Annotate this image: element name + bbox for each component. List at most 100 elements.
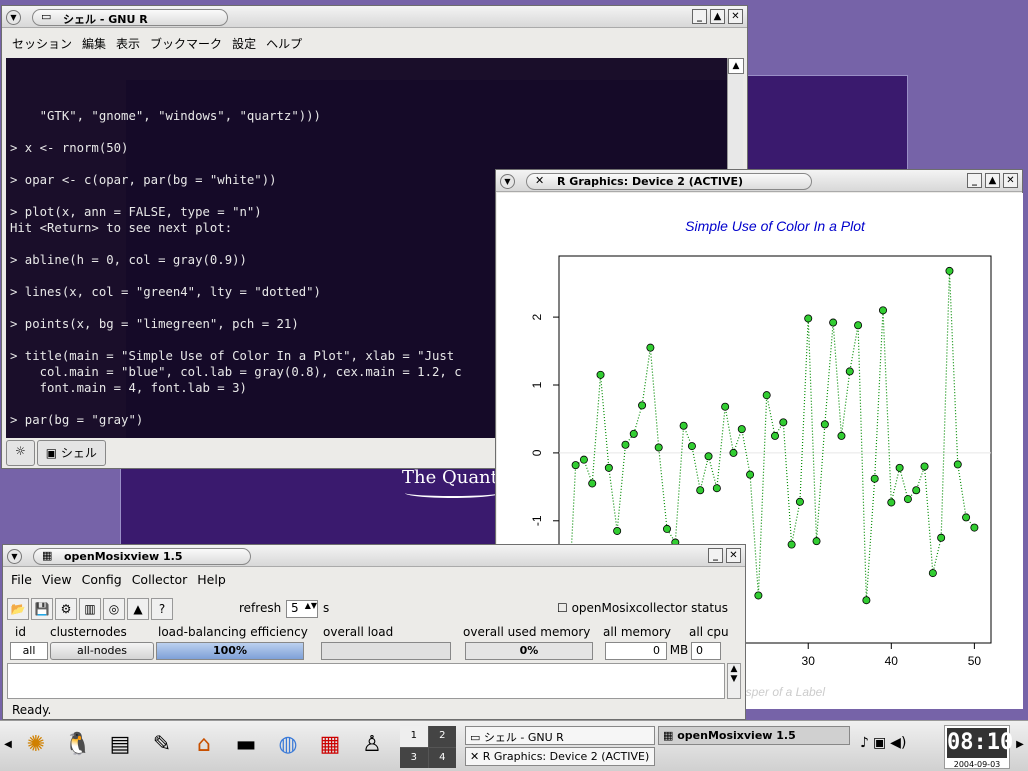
data-point [762,391,771,400]
console-line: "GTK", "gnome", "windows", "quartz"))) [10,109,321,123]
checkbox-icon[interactable]: ☐ [557,601,568,615]
save-icon[interactable]: 💾 [31,598,53,620]
data-point [945,266,954,275]
all-cpu-field: 0 [691,642,721,660]
menu-collector[interactable]: Collector [132,572,188,587]
panel-left-arrow-icon[interactable]: ◀ [2,729,14,761]
data-point [654,443,663,452]
spin-arrows-icon[interactable]: ▲▼ [305,601,317,610]
help-icon[interactable]: ? [151,598,173,620]
display-icon[interactable]: ▣ [873,735,886,751]
data-point [845,367,854,376]
data-point [729,448,738,457]
home-icon[interactable]: ⌂ [188,729,220,761]
window-menu-icon[interactable]: ▼ [6,10,21,25]
desktop-2[interactable]: 2 [428,726,456,747]
penguin-icon[interactable]: ▲ [127,598,149,620]
tux-icon[interactable]: ♙ [356,729,388,761]
menu-config[interactable]: Config [82,572,122,587]
data-point [812,537,821,546]
close-button[interactable]: ✕ [1003,173,1018,188]
data-point [646,343,655,352]
x-tick-label: 30 [802,654,816,668]
memory-unit: MB [669,643,689,657]
menu-view[interactable]: 表示 [116,35,140,51]
menu-file[interactable]: File [11,572,32,587]
x-tick-label: 40 [885,654,899,668]
clock[interactable]: 08:10 2004-09-03 [944,725,1013,769]
maximize-button[interactable]: ▲ [710,9,725,24]
process-icon[interactable]: ▥ [79,598,101,620]
tab-shell[interactable]: ▣ シェル [36,440,106,466]
task-shell[interactable]: ▭ シェル - GNU R [465,726,655,745]
mosix-titlebar[interactable]: ▼ ▦ openMosixview 1.5 _ ✕ [3,545,745,567]
system-tray: ♪ ▣ ◀) [860,735,906,751]
data-point [679,421,688,430]
node-id-cell[interactable]: all [10,642,48,660]
desktop-3[interactable]: 3 [400,747,428,768]
data-point [912,486,921,495]
penguin-icon[interactable]: 🐧 [62,729,94,761]
x11-icon: ✕ [535,174,545,187]
window-list-icon[interactable]: ▤ [104,729,136,761]
close-button[interactable]: ✕ [726,548,741,563]
minimize-button[interactable]: _ [692,9,707,24]
status-bar: Ready. [12,703,52,717]
gear-icon[interactable]: ⚙ [55,598,77,620]
task-shell-icon: ▭ [470,731,484,744]
panel-right-arrow-icon[interactable]: ▶ [1014,729,1026,761]
y-tick-label: 1 [530,381,544,388]
overall-memory-bar: 0% [465,642,593,660]
menu-view[interactable]: View [42,572,72,587]
refresh-spinbox[interactable]: 5 ▲▼ [286,600,318,618]
mosix-title-pill[interactable]: ▦ openMosixview 1.5 [33,548,251,565]
window-menu-icon[interactable]: ▼ [7,549,22,564]
klipper-icon[interactable]: ♪ [860,735,869,751]
kde-menu-icon[interactable]: ✺ [20,729,52,761]
data-point [770,431,779,440]
data-point [962,513,971,522]
header-overall-memory: overall used memory [463,625,591,639]
xemacs-icon[interactable]: ▦ [314,729,346,761]
close-button[interactable]: ✕ [728,9,743,24]
all-nodes-button[interactable]: all-nodes [50,642,154,660]
scroll-up-icon[interactable]: ▲ [728,58,744,74]
data-point [737,425,746,434]
terminal-icon[interactable]: ▬ [230,729,262,761]
shell-title-pill[interactable]: ▭ シェル - GNU R [32,9,228,26]
menu-settings[interactable]: 設定 [232,35,256,51]
header-all-cpu: all cpu [689,625,729,639]
collector-status-checkbox[interactable]: ☐ openMosixcollector status [557,601,728,615]
shell-titlebar[interactable]: ▼ ▭ シェル - GNU R _ ▲ ✕ [2,6,747,28]
maximize-button[interactable]: ▲ [985,173,1000,188]
volume-icon[interactable]: ◀) [890,735,906,751]
graphics-title-pill[interactable]: ✕ R Graphics: Device 2 (ACTIVE) [526,173,812,190]
minimize-button[interactable]: _ [708,548,723,563]
new-session-button[interactable]: ☼ [6,440,35,466]
menu-help[interactable]: ヘルプ [266,35,302,51]
data-point [604,463,613,472]
desktop-4[interactable]: 4 [428,747,456,768]
window-menu-icon[interactable]: ▼ [500,174,515,189]
browser-icon[interactable]: ◍ [272,729,304,761]
desktop-1[interactable]: 1 [400,726,428,747]
task-shell-label: シェル - GNU R [483,731,564,744]
cluster-icon: ▦ [42,549,53,562]
menu-help[interactable]: Help [197,572,226,587]
desktop-edit-icon[interactable]: ✎ [146,729,178,761]
node-list[interactable] [7,663,725,699]
node-list-scrollbar[interactable]: ▲ ▼ [727,663,741,699]
console-line: > x <- rnorm(50) [10,141,129,155]
minimize-button[interactable]: _ [967,173,982,188]
menu-edit[interactable]: 編集 [82,35,106,51]
task-mosix[interactable]: ▦ openMosixview 1.5 [658,726,850,745]
data-point [795,497,804,506]
network-icon[interactable]: ◎ [103,598,125,620]
header-clusternodes: clusternodes [50,625,127,639]
open-folder-icon[interactable]: 📂 [7,598,29,620]
menu-bookmarks[interactable]: ブックマーク [150,35,222,51]
task-graphics[interactable]: ✕ R Graphics: Device 2 (ACTIVE) [465,747,655,766]
menu-session[interactable]: セッション [12,35,72,51]
graphics-titlebar[interactable]: ▼ ✕ R Graphics: Device 2 (ACTIVE) _ ▲ ✕ [496,170,1022,192]
data-point [687,442,696,451]
